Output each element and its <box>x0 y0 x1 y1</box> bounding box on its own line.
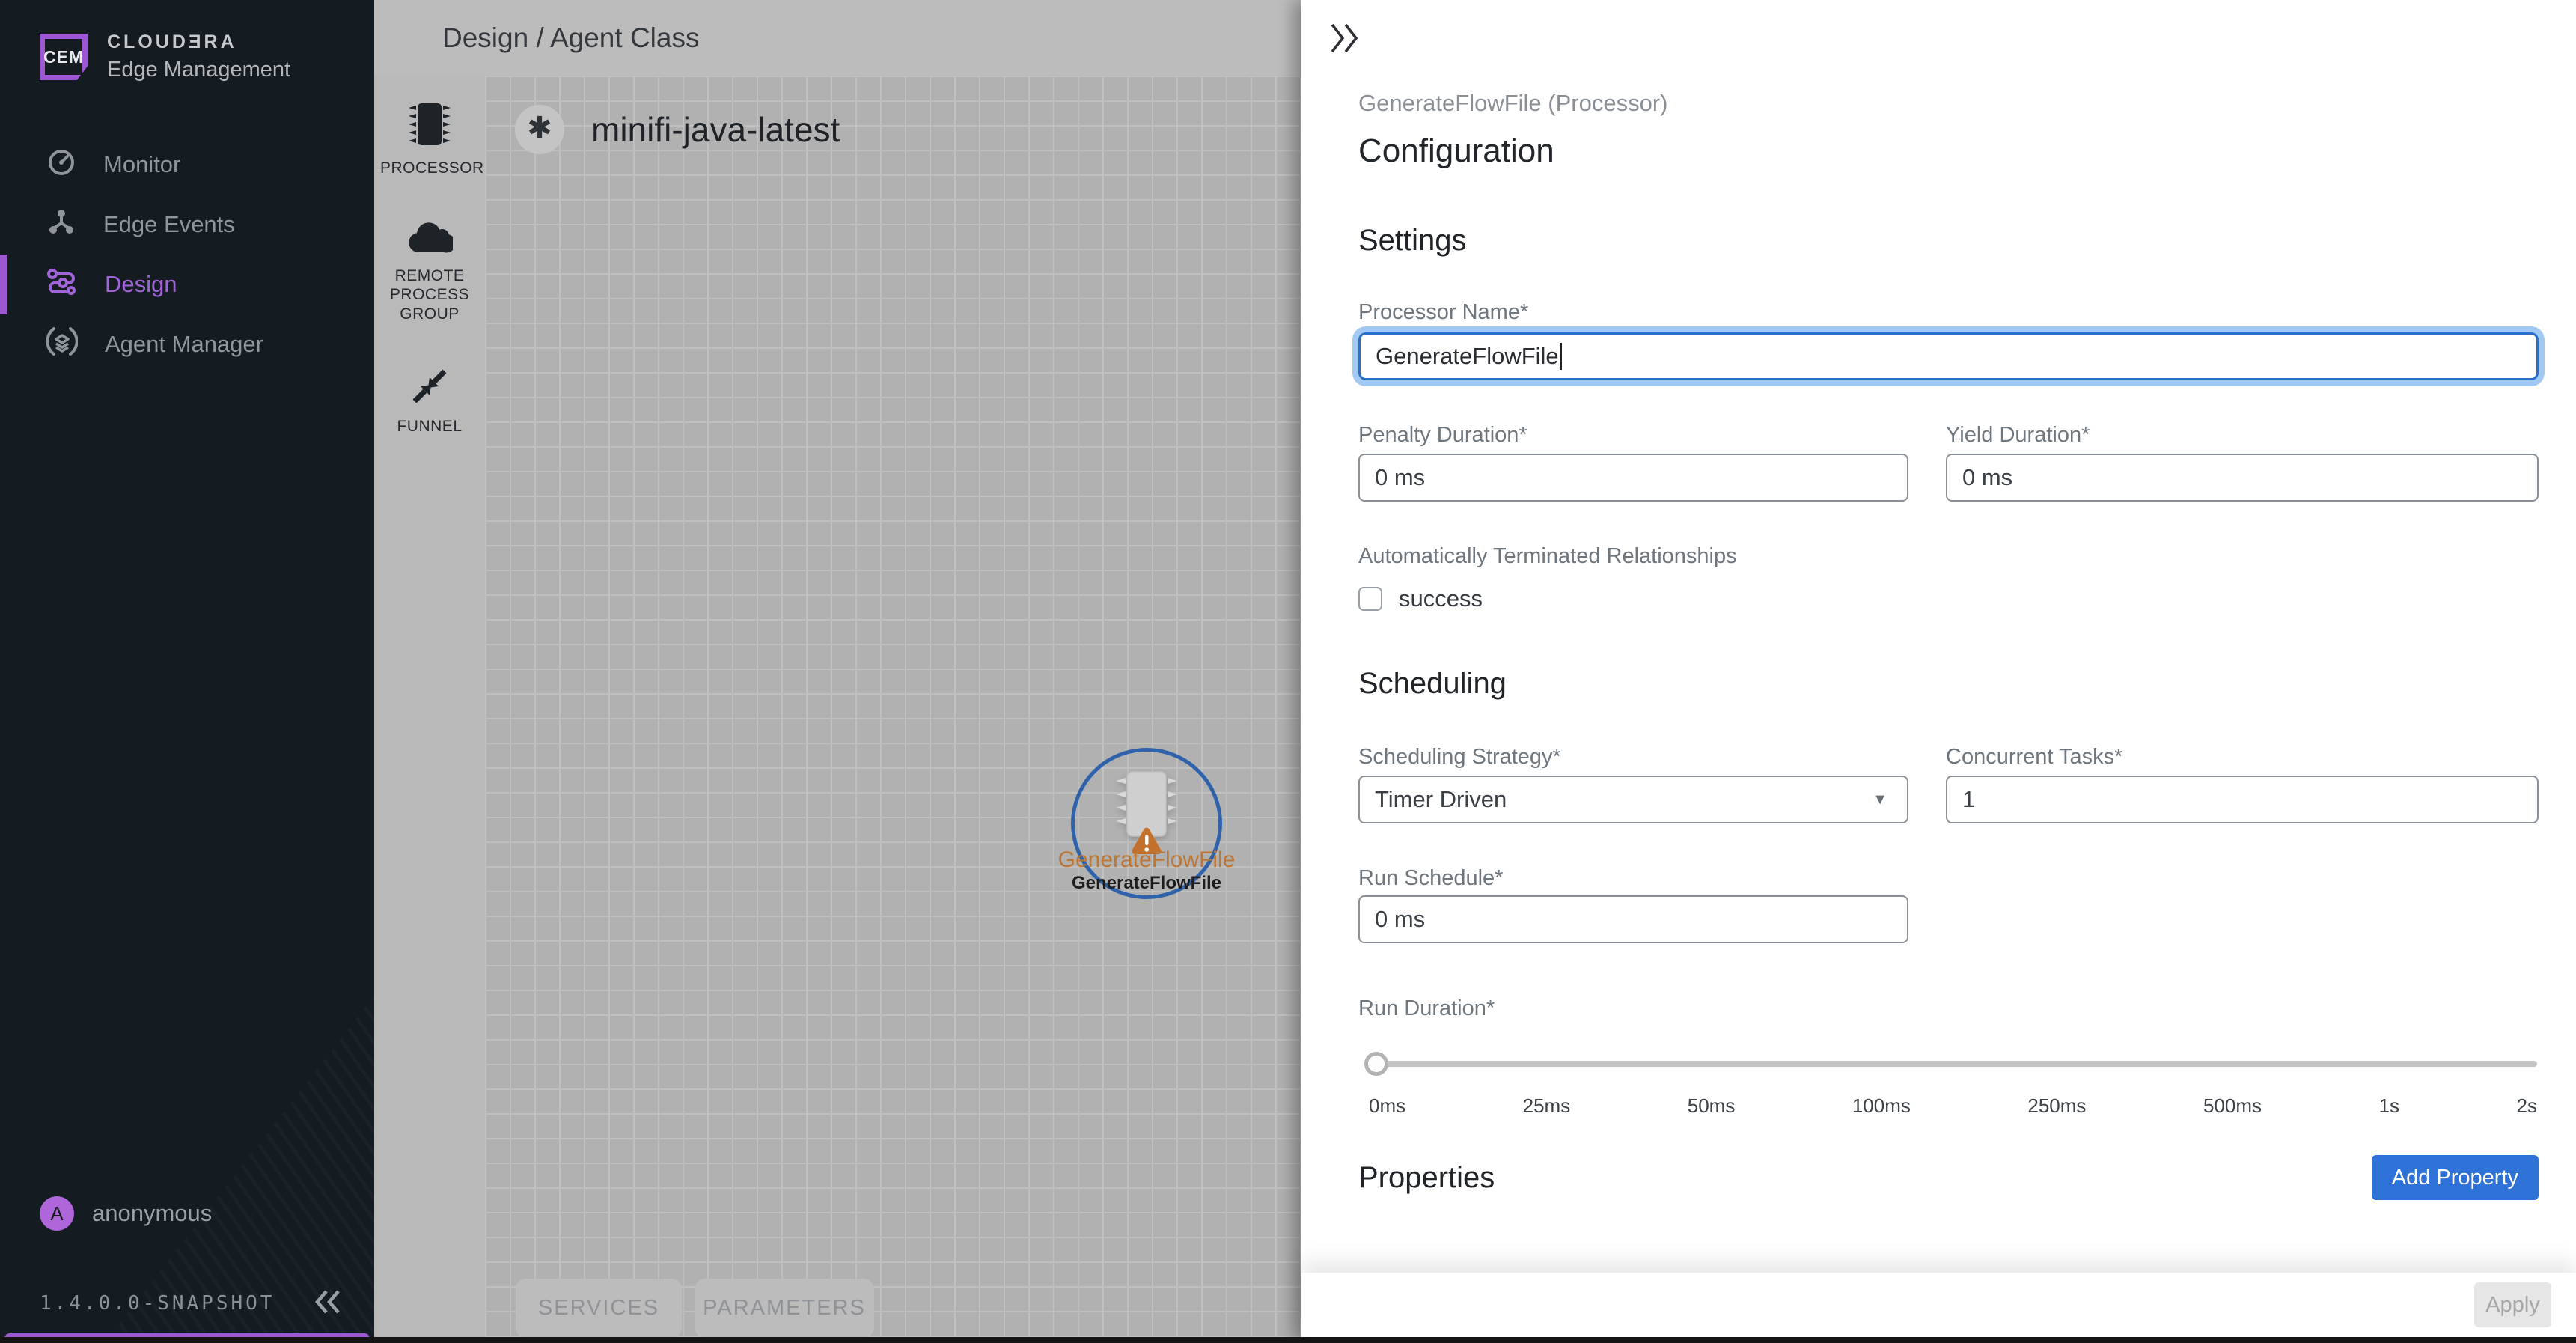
tick-label: 250ms <box>2027 1094 2086 1118</box>
success-checkbox[interactable] <box>1358 587 1382 611</box>
flow-name: minifi-java-latest <box>591 109 840 150</box>
canvas-bottom-tabs: SERVICES PARAMETERS <box>485 1279 1301 1338</box>
sidebar-hatch-decoration <box>0 996 374 1333</box>
asterisk-icon: ✱ <box>527 113 552 143</box>
sidebar: CEM CLOUDƎRA Edge Management Monitor Edg… <box>0 0 374 1343</box>
main-area: Design / Agent Class PROCESSOR <box>374 0 1301 1343</box>
text-cursor <box>1560 343 1562 370</box>
palette-item-remote-process-group[interactable]: REMOTE PROCESS GROUP <box>380 219 479 323</box>
run-duration-label: Run Duration* <box>1358 996 2539 1021</box>
chevron-double-left-icon <box>313 1307 343 1320</box>
sidebar-item-label: Edge Events <box>103 211 235 238</box>
sidebar-collapse-button[interactable] <box>313 1287 343 1321</box>
tick-label: 50ms <box>1688 1094 1736 1118</box>
scheduling-strategy-value: Timer Driven <box>1375 786 1507 813</box>
sidebar-item-monitor[interactable]: Monitor <box>0 135 374 195</box>
app-logo: CEM CLOUDƎRA Edge Management <box>0 0 374 82</box>
palette-item-label: REMOTE PROCESS GROUP <box>380 267 479 323</box>
auto-terminated-label: Automatically Terminated Relationships <box>1358 543 2539 569</box>
avatar: A <box>40 1196 74 1231</box>
concurrent-tasks-label: Concurrent Tasks* <box>1946 744 2539 770</box>
funnel-arrows-icon <box>412 368 448 408</box>
palette-item-processor[interactable]: PROCESSOR <box>380 103 479 177</box>
tick-label: 0ms <box>1369 1094 1405 1118</box>
tick-label: 100ms <box>1852 1094 1911 1118</box>
sidebar-item-label: Design <box>105 271 177 298</box>
gauge-icon <box>46 147 76 183</box>
user-account[interactable]: A anonymous <box>40 1196 212 1231</box>
cloud-icon <box>406 219 453 258</box>
apply-button[interactable]: Apply <box>2474 1282 2551 1327</box>
processor-name-input[interactable]: GenerateFlowFile <box>1358 332 2539 380</box>
scheduling-strategy-select[interactable]: Timer Driven ▼ <box>1358 776 1908 823</box>
brand-product: Edge Management <box>107 58 290 82</box>
network-icon <box>46 207 76 243</box>
processor-name-value: GenerateFlowFile <box>1376 343 1559 370</box>
run-schedule-input[interactable] <box>1358 895 1908 943</box>
concurrent-tasks-input[interactable] <box>1946 776 2539 823</box>
user-name: anonymous <box>92 1200 212 1227</box>
page-header: Design / Agent Class <box>374 0 1301 76</box>
tab-parameters[interactable]: PARAMETERS <box>695 1279 874 1338</box>
tick-label: 2s <box>2517 1094 2537 1118</box>
penalty-duration-label: Penalty Duration* <box>1358 422 1908 448</box>
configuration-form: GenerateFlowFile (Processor) Configurati… <box>1301 0 2576 1273</box>
section-settings: Settings <box>1358 223 2539 258</box>
breadcrumb: Design / Agent Class <box>442 22 699 54</box>
sidebar-item-edge-events[interactable]: Edge Events <box>0 195 374 255</box>
component-palette: PROCESSOR REMOTE PROCESS GROUP <box>374 76 485 1343</box>
palette-item-label: FUNNEL <box>380 417 479 436</box>
yield-duration-input[interactable] <box>1946 454 2539 502</box>
panel-footer: Apply <box>1301 1273 2576 1337</box>
configuration-panel: GenerateFlowFile (Processor) Configurati… <box>1301 0 2576 1343</box>
scheduling-strategy-label: Scheduling Strategy* <box>1358 744 1908 770</box>
run-duration-ticks: 0ms 25ms 50ms 100ms 250ms 500ms 1s 2s <box>1358 1094 2539 1118</box>
flow-title: ✱ minifi-java-latest <box>515 105 840 154</box>
tick-label: 1s <box>2379 1094 2399 1118</box>
slider-thumb[interactable] <box>1364 1052 1388 1076</box>
tick-label: 25ms <box>1523 1094 1571 1118</box>
section-scheduling: Scheduling <box>1358 666 2539 701</box>
flow-canvas[interactable]: ✱ minifi-java-latest <box>485 76 1301 1343</box>
slider-track[interactable] <box>1367 1061 2537 1067</box>
run-schedule-label: Run Schedule* <box>1358 865 2539 891</box>
flow-icon <box>46 267 78 302</box>
yield-duration-label: Yield Duration* <box>1946 422 2539 448</box>
penalty-duration-input[interactable] <box>1358 454 1908 502</box>
brand-name: CLOUDƎRA <box>107 31 290 53</box>
run-duration-slider[interactable] <box>1358 1051 2539 1076</box>
node-subtitle: GenerateFlowFile <box>1072 873 1221 894</box>
cem-logo-badge: CEM <box>40 34 88 80</box>
sidebar-item-label: Agent Manager <box>105 331 263 358</box>
success-checkbox-label: success <box>1399 585 1483 612</box>
chevron-down-icon: ▼ <box>1873 791 1887 808</box>
panel-title: Configuration <box>1358 132 2539 171</box>
sidebar-item-design[interactable]: Design <box>0 255 374 314</box>
palette-item-funnel[interactable]: FUNNEL <box>380 368 479 436</box>
sidebar-menu: Monitor Edge Events Design Agent Manager <box>0 135 374 374</box>
layers-icon <box>46 326 78 363</box>
chip-icon <box>404 103 455 150</box>
palette-item-label: PROCESSOR <box>380 159 479 177</box>
version-label: 1.4.0.0-SNAPSHOT <box>40 1292 275 1315</box>
processor-node-generateflowfile[interactable]: GenerateFlowFile GenerateFlowFile <box>1071 748 1222 899</box>
node-title: GenerateFlowFile <box>1058 847 1236 873</box>
sidebar-item-agent-manager[interactable]: Agent Manager <box>0 314 374 374</box>
add-property-button[interactable]: Add Property <box>2372 1155 2539 1200</box>
cem-app-window: CEM CLOUDƎRA Edge Management Monitor Edg… <box>0 0 2576 1343</box>
flow-badge[interactable]: ✱ <box>515 105 564 154</box>
panel-subtitle: GenerateFlowFile (Processor) <box>1358 90 2539 117</box>
section-properties: Properties <box>1358 1160 1495 1195</box>
tick-label: 500ms <box>2203 1094 2262 1118</box>
window-bottom-edge <box>0 1337 2576 1343</box>
sidebar-item-label: Monitor <box>103 151 180 178</box>
processor-name-label: Processor Name* <box>1358 299 2539 325</box>
tab-services[interactable]: SERVICES <box>516 1279 682 1338</box>
